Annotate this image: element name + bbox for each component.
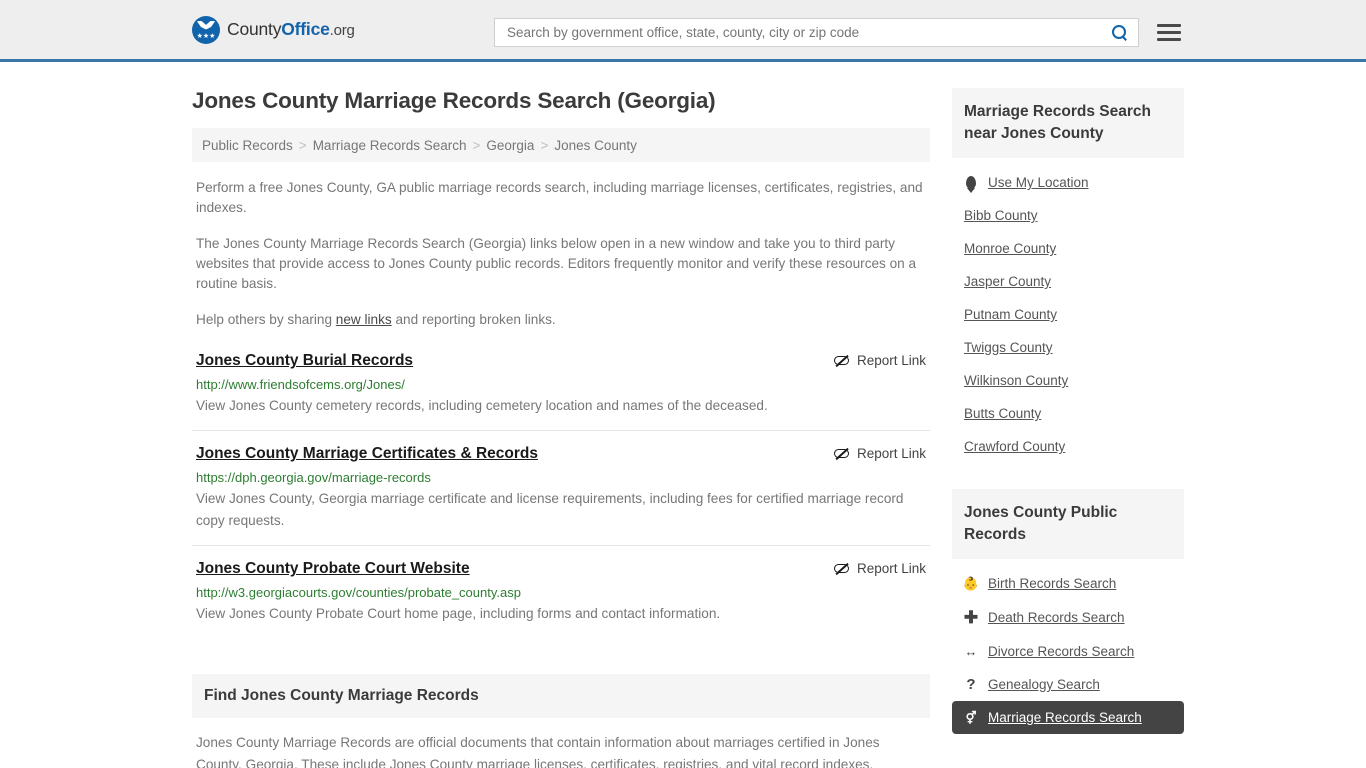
- marriage-symbols-icon: ⚥: [965, 710, 977, 725]
- sidebar-item-label[interactable]: Death Records Search: [988, 610, 1125, 625]
- sidebar-item-crawford-county[interactable]: Crawford County: [952, 430, 1184, 463]
- intro-paragraph-2: The Jones County Marriage Records Search…: [196, 236, 917, 291]
- sidebar-item-label[interactable]: Use My Location: [988, 175, 1089, 190]
- broken-link-icon: [833, 561, 849, 576]
- public-records-panel: Jones County Public Records 👶 Birth Reco…: [952, 489, 1184, 734]
- logo-text-office: Office: [281, 19, 330, 39]
- intro-text: Perform a free Jones County, GA public m…: [192, 178, 930, 330]
- result-url[interactable]: https://dph.georgia.gov/marriage-records: [196, 470, 926, 485]
- sidebar-item-label[interactable]: Genealogy Search: [988, 677, 1100, 692]
- sidebar-item-putnam-county[interactable]: Putnam County: [952, 298, 1184, 331]
- question-mark-icon: ?: [966, 676, 976, 693]
- logo-text: CountyOffice.org: [227, 19, 355, 40]
- sidebar-item-label[interactable]: Monroe County: [964, 241, 1056, 256]
- intro-p3-after: and reporting broken links.: [391, 312, 556, 327]
- sidebar-item-genealogy-search[interactable]: ? Genealogy Search: [952, 668, 1184, 701]
- site-header: ★★★ CountyOffice.org: [0, 0, 1366, 62]
- result-title-link[interactable]: Jones County Probate Court Website: [196, 560, 470, 578]
- sidebar-item-twiggs-county[interactable]: Twiggs County: [952, 331, 1184, 364]
- intro-p3-before: Help others by sharing: [196, 312, 336, 327]
- broken-link-icon: [833, 446, 849, 461]
- result-title-link[interactable]: Jones County Burial Records: [196, 352, 413, 370]
- public-records-list: 👶 Birth Records Search ✚ Death Records S…: [952, 559, 1184, 734]
- search-box[interactable]: [494, 18, 1139, 47]
- sidebar-item-label[interactable]: Birth Records Search: [988, 576, 1116, 591]
- sidebar-item-label[interactable]: Putnam County: [964, 307, 1057, 322]
- sidebar-item-wilkinson-county[interactable]: Wilkinson County: [952, 364, 1184, 397]
- result-header: Jones County Probate Court Website Repor…: [196, 560, 926, 578]
- sidebar-item-jasper-county[interactable]: Jasper County: [952, 265, 1184, 298]
- result-item: Jones County Probate Court Website Repor…: [192, 560, 930, 638]
- sidebar-item-bibb-county[interactable]: Bibb County: [952, 199, 1184, 232]
- breadcrumb-item-jones-county[interactable]: Jones County: [554, 138, 637, 153]
- cross-icon: ✚: [963, 608, 979, 627]
- eagle-emblem-icon: ★★★: [192, 15, 220, 44]
- intro-paragraph-3: Help others by sharing new links and rep…: [192, 310, 930, 330]
- sidebar-item-divorce-records-search[interactable]: ↔ Divorce Records Search: [952, 635, 1184, 668]
- nearby-counties-list: Use My Location Bibb County Monroe Count…: [952, 158, 1184, 463]
- sidebar-item-birth-records-search[interactable]: 👶 Birth Records Search: [952, 567, 1184, 600]
- page-title: Jones County Marriage Records Search (Ge…: [192, 88, 716, 113]
- page-body: Jones County Marriage Records Search (Ge…: [0, 62, 1366, 768]
- sidebar-item-label[interactable]: Jasper County: [964, 274, 1051, 289]
- sidebar-item-label[interactable]: Bibb County: [964, 208, 1038, 223]
- sidebar-item-label[interactable]: Crawford County: [964, 439, 1065, 454]
- new-links-link[interactable]: new links: [336, 312, 392, 327]
- breadcrumb-separator: >: [540, 137, 549, 153]
- nearby-counties-heading: Marriage Records Search near Jones Count…: [952, 88, 1184, 158]
- result-header: Jones County Marriage Certificates & Rec…: [196, 445, 926, 463]
- result-description: View Jones County cemetery records, incl…: [196, 398, 768, 413]
- result-title-link[interactable]: Jones County Marriage Certificates & Rec…: [196, 445, 538, 463]
- results-list: Jones County Burial Records Report Link …: [192, 352, 930, 638]
- sidebar-item-death-records-search[interactable]: ✚ Death Records Search: [952, 600, 1184, 635]
- header-search-area: [494, 18, 1181, 47]
- result-item: Jones County Marriage Certificates & Rec…: [192, 445, 930, 546]
- report-link-label: Report Link: [856, 561, 926, 576]
- hamburger-menu-icon[interactable]: [1157, 24, 1181, 41]
- sidebar-item-label[interactable]: Marriage Records Search: [988, 710, 1142, 725]
- result-item: Jones County Burial Records Report Link …: [192, 352, 930, 431]
- result-url[interactable]: http://www.friendsofcems.org/Jones/: [196, 377, 926, 392]
- report-link-button[interactable]: Report Link: [833, 352, 926, 368]
- breadcrumb-item-marriage-records-search[interactable]: Marriage Records Search: [313, 138, 467, 153]
- baby-icon: 👶: [962, 576, 980, 591]
- broken-link-icon: [833, 353, 849, 368]
- sidebar-item-label[interactable]: Twiggs County: [964, 340, 1053, 355]
- breadcrumb-separator: >: [298, 137, 307, 153]
- map-pin-icon: [964, 176, 978, 189]
- result-header: Jones County Burial Records Report Link: [196, 352, 926, 370]
- find-records-body: Jones County Marriage Records are offici…: [196, 735, 880, 768]
- logo-text-county: County: [227, 19, 282, 39]
- sidebar-item-label[interactable]: Wilkinson County: [964, 373, 1068, 388]
- find-records-heading: Find Jones County Marriage Records: [192, 674, 930, 718]
- site-logo[interactable]: ★★★ CountyOffice.org: [192, 15, 355, 44]
- breadcrumb-separator: >: [472, 137, 481, 153]
- breadcrumb-item-public-records[interactable]: Public Records: [202, 138, 293, 153]
- sidebar: Marriage Records Search near Jones Count…: [952, 62, 1184, 734]
- report-link-button[interactable]: Report Link: [833, 560, 926, 576]
- sidebar-item-monroe-county[interactable]: Monroe County: [952, 232, 1184, 265]
- main-content: Jones County Marriage Records Search (Ge…: [192, 62, 930, 768]
- divorce-arrows-icon: ↔: [964, 644, 978, 659]
- find-records-section: Find Jones County Marriage Records Jones…: [192, 674, 930, 768]
- sidebar-item-label[interactable]: Butts County: [964, 406, 1041, 421]
- public-records-heading: Jones County Public Records: [952, 489, 1184, 559]
- search-icon[interactable]: [1111, 24, 1128, 41]
- search-input[interactable]: [505, 24, 1111, 41]
- sidebar-item-butts-county[interactable]: Butts County: [952, 397, 1184, 430]
- breadcrumb-item-georgia[interactable]: Georgia: [486, 138, 534, 153]
- result-url[interactable]: http://w3.georgiacourts.gov/counties/pro…: [196, 585, 926, 600]
- result-description: View Jones County Probate Court home pag…: [196, 606, 721, 621]
- sidebar-item-label[interactable]: Divorce Records Search: [988, 644, 1134, 659]
- report-link-label: Report Link: [856, 446, 926, 461]
- result-description: View Jones County, Georgia marriage cert…: [196, 491, 904, 528]
- report-link-label: Report Link: [856, 353, 926, 368]
- sidebar-item-marriage-records-search[interactable]: ⚥ Marriage Records Search: [952, 701, 1184, 734]
- breadcrumb: Public Records > Marriage Records Search…: [192, 128, 930, 162]
- logo-text-org: .org: [329, 22, 355, 39]
- intro-paragraph-1: Perform a free Jones County, GA public m…: [196, 180, 923, 215]
- report-link-button[interactable]: Report Link: [833, 445, 926, 461]
- nearby-counties-panel: Marriage Records Search near Jones Count…: [952, 88, 1184, 463]
- sidebar-item-use-my-location[interactable]: Use My Location: [952, 166, 1184, 199]
